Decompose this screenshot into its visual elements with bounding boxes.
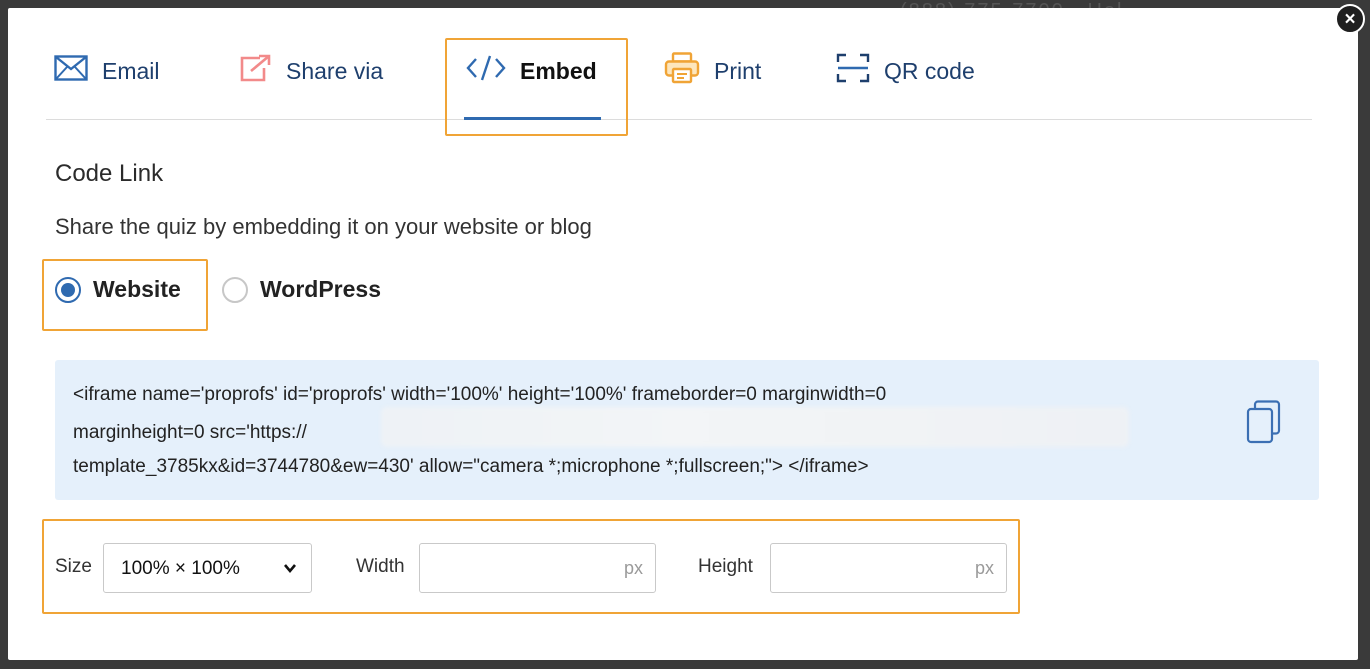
size-select[interactable]: 100% × 100% [103, 543, 312, 593]
tab-email[interactable]: Email [54, 55, 160, 87]
height-field[interactable]: px [770, 543, 1007, 593]
tab-qr-code-label: QR code [884, 57, 975, 84]
tab-share-via-label: Share via [286, 57, 384, 84]
background-fragment [0, 170, 8, 190]
size-label: Size [55, 556, 92, 577]
embed-code-box[interactable]: <iframe name='proprofs' id='proprofs' wi… [55, 360, 1319, 500]
highlight-embed-tab [445, 38, 628, 136]
width-unit: px [623, 558, 643, 578]
height-unit: px [974, 558, 994, 578]
tab-print[interactable]: Print [664, 52, 762, 86]
radio-unselected-icon[interactable] [222, 276, 248, 303]
share-tabs: Email Share via Embed Print QR code [46, 18, 1316, 120]
close-icon[interactable]: × [1344, 9, 1355, 30]
tab-print-label: Print [714, 57, 762, 84]
radio-wordpress-label: WordPress [260, 276, 382, 302]
tab-qr-code[interactable]: QR code [836, 53, 975, 89]
background-fragment [0, 296, 8, 316]
qr-scan-icon [836, 53, 870, 89]
chevron-down-icon [283, 544, 297, 615]
section-description: Share the quiz by embedding it on your w… [55, 214, 592, 239]
printer-icon [664, 52, 700, 90]
height-label: Height [698, 556, 753, 577]
tab-divider [46, 119, 1312, 120]
section-title: Code Link [55, 160, 164, 187]
highlight-website-option [42, 259, 208, 331]
width-field[interactable]: px [419, 543, 656, 593]
embed-code-line: <iframe name='proprofs' id='proprofs' wi… [73, 384, 887, 405]
external-share-icon [238, 54, 272, 88]
embed-code-line: template_3785kx&id=3744780&ew=430' allow… [73, 456, 869, 477]
size-select-value: 100% × 100% [121, 558, 240, 579]
redacted-url [381, 407, 1129, 447]
embed-code-line: marginheight=0 src='https:// [73, 422, 307, 443]
close-button[interactable]: × [1335, 4, 1365, 34]
radio-wordpress[interactable]: WordPress [222, 276, 381, 303]
copy-icon[interactable] [1246, 400, 1282, 444]
tab-email-label: Email [102, 57, 160, 84]
tab-share-via[interactable]: Share via [238, 54, 384, 88]
envelope-icon [54, 55, 88, 87]
width-label: Width [356, 556, 405, 577]
